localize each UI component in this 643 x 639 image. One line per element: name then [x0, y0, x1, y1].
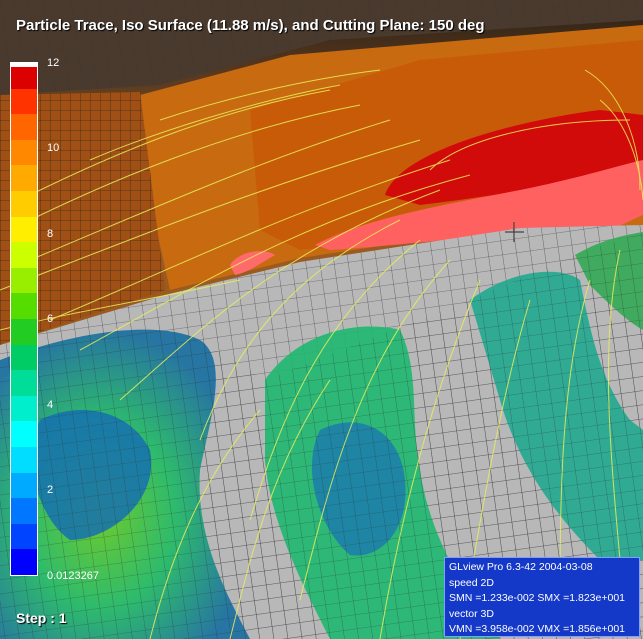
legend-color-step	[11, 165, 37, 191]
info-version: GLview Pro 6.3-42 2004-03-08	[449, 561, 593, 573]
legend-color-step	[11, 523, 37, 550]
legend-color-step	[11, 191, 37, 217]
legend-color-step	[11, 216, 37, 243]
legend-color-step	[11, 293, 37, 319]
legend-color-step	[11, 242, 37, 268]
legend-tick-label: 8	[47, 228, 54, 240]
legend-top-cap	[11, 63, 37, 67]
legend-tick-label: 6	[47, 313, 54, 325]
legend-tick-label: 10	[47, 142, 60, 154]
legend-color-step	[11, 421, 37, 447]
color-legend-bar	[10, 62, 38, 576]
legend-color-step	[11, 344, 37, 371]
legend-color-step	[11, 370, 37, 396]
info-scalar-range: SMN =1.233e-002 SMX =1.823e+001	[449, 592, 625, 604]
legend-color-step	[11, 498, 37, 524]
legend-tick-label: 2	[47, 484, 54, 496]
info-vector-range: VMN =3.958e-002 VMX =1.856e+001	[449, 623, 625, 635]
step-indicator: Step : 1	[16, 610, 67, 626]
legend-min-label: 0.0123267	[47, 570, 99, 582]
flow-visualization-scene[interactable]	[0, 0, 643, 639]
legend-color-step	[11, 139, 37, 166]
legend-color-step	[11, 549, 37, 575]
info-scalar-name: speed 2D	[449, 576, 494, 589]
legend-tick-label: 4	[47, 399, 54, 411]
legend-color-step	[11, 88, 37, 115]
page-title: Particle Trace, Iso Surface (11.88 m/s),…	[16, 17, 485, 34]
legend-color-step	[11, 395, 37, 422]
legend-color-step	[11, 319, 37, 345]
legend-max-label: 12	[47, 57, 60, 69]
info-panel: GLview Pro 6.3-42 2004-03-08 speed 2D SM…	[444, 557, 640, 637]
legend-color-step	[11, 267, 37, 294]
legend-color-step	[11, 472, 37, 499]
info-vector-name: vector 3D	[449, 607, 494, 620]
legend-color-step	[11, 114, 37, 140]
legend-color-step	[11, 447, 37, 473]
3d-viewport[interactable]: Particle Trace, Iso Surface (11.88 m/s),…	[0, 0, 643, 639]
